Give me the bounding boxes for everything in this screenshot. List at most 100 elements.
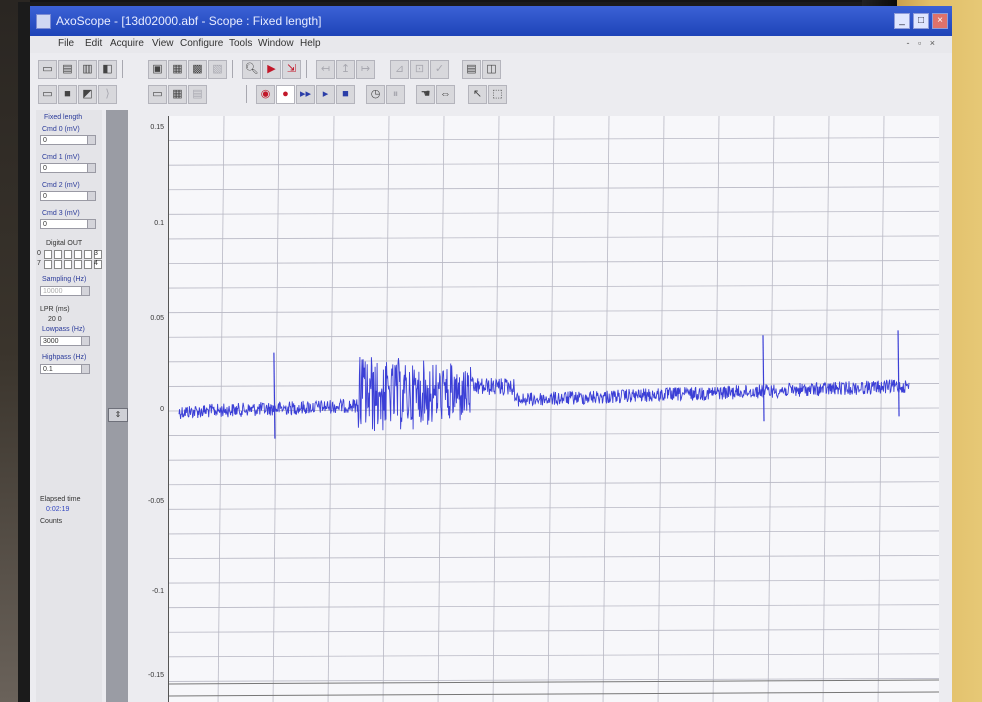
vertical-scroll-strip[interactable]: ⇕ (106, 110, 128, 702)
export-icon[interactable]: ◩ (78, 85, 97, 104)
digital-out-label: Digital OUT (46, 240, 83, 247)
digital-index: 0 (37, 250, 41, 257)
voltage-trace (178, 356, 910, 432)
select-icon[interactable]: ⬚ (488, 85, 507, 104)
cmd1-label: Cmd 1 (mV) (42, 154, 80, 161)
title-bar: AxoScope - [13d02000.abf - Scope : Fixed… (30, 6, 952, 36)
hand-icon[interactable]: ☚ (416, 85, 435, 104)
y-tick-label: 0.05 (150, 315, 164, 322)
window-title: AxoScope - [13d02000.abf - Scope : Fixed… (56, 14, 322, 28)
menu-view[interactable]: View (152, 38, 174, 49)
spin-icon[interactable] (87, 220, 95, 228)
highpass-field[interactable]: 0.1 (40, 364, 90, 374)
grid-line (169, 481, 939, 486)
digital-index: 7 (37, 260, 41, 267)
grid-icon[interactable]: ▤ (462, 60, 481, 79)
scope-plot-area[interactable] (168, 116, 939, 702)
toolbar-separator (232, 60, 233, 78)
record-icon[interactable]: ◉ (256, 85, 275, 104)
toolbar-separator (246, 85, 247, 103)
stop-icon[interactable]: ■ (336, 85, 355, 104)
close-button[interactable]: × (932, 13, 948, 29)
spin-icon[interactable] (87, 136, 95, 144)
elapsed-value: 0:02:19 (46, 506, 70, 513)
scale-icon[interactable]: ⇔ (436, 85, 455, 104)
paste-icon[interactable]: ▦ (168, 60, 187, 79)
open-icon[interactable]: ▭ (38, 85, 57, 104)
lpr-value: 20 0 (48, 316, 62, 323)
window-icon[interactable]: ▭ (148, 85, 167, 104)
cmd0-field[interactable]: 0 (40, 135, 96, 145)
menu-acquire[interactable]: Acquire (110, 38, 144, 49)
play-icon[interactable]: ▸ (316, 85, 335, 104)
menu-window[interactable]: Window (258, 38, 294, 49)
menu-help[interactable]: Help (300, 38, 321, 49)
highpass-label: Highpass (Hz) (42, 354, 87, 361)
table-icon[interactable]: ▦ (168, 85, 187, 104)
maximize-button[interactable]: □ (913, 13, 929, 29)
spin-icon[interactable] (81, 365, 89, 373)
cursor-icon[interactable]: ⟩ (98, 85, 117, 104)
grid-line (169, 333, 939, 338)
split-icon[interactable]: ◫ (482, 60, 501, 79)
pointer-icon[interactable]: ↖ (468, 85, 487, 104)
grid-line (169, 309, 939, 314)
spin-icon[interactable] (81, 337, 89, 345)
table-2-icon[interactable]: ▤ (188, 85, 207, 104)
spin-icon[interactable] (87, 164, 95, 172)
cmd1-field[interactable]: 0 (40, 163, 96, 173)
menu-edit[interactable]: Edit (85, 38, 102, 49)
marker-icon[interactable]: ▶ (262, 60, 281, 79)
layout-icon[interactable]: ▩ (188, 60, 207, 79)
print-icon[interactable]: ▥ (78, 60, 97, 79)
cmd2-label: Cmd 2 (mV) (42, 182, 80, 189)
cmd2-value: 0 (43, 193, 47, 200)
tool-b-icon[interactable]: ⊡ (410, 60, 429, 79)
clock-icon[interactable]: ◷ (366, 85, 385, 104)
highpass-value: 0.1 (43, 366, 53, 373)
document-window-controls[interactable]: - ▫ × (907, 38, 938, 48)
minimize-button[interactable]: _ (894, 13, 910, 29)
arrow-up-icon[interactable]: ↥ (336, 60, 355, 79)
grid-line (169, 284, 939, 289)
grid-line (169, 260, 939, 264)
pause-icon[interactable]: ⏸︎ (386, 85, 405, 104)
toolbar-row-2: ▭ ■ ◩ ⟩ ▭ ▦ ▤ ◉ ● ▸▸ ▸ ■ ◷ ⏸︎ ☚ ⇔ ↖ ⬚ (36, 83, 556, 105)
spike-mark (897, 330, 900, 417)
toolbar-separator (306, 60, 307, 78)
scope-trace-svg (169, 116, 939, 702)
arrow-left-icon[interactable]: ↤ (316, 60, 335, 79)
fast-play-icon[interactable]: ▸▸ (296, 85, 315, 104)
grid-line (169, 456, 939, 461)
zoom-icon[interactable]: 🔍︎ (242, 60, 261, 79)
spin-icon[interactable] (81, 287, 89, 295)
vertical-scroll-thumb[interactable]: ⇕ (108, 408, 128, 422)
save-icon[interactable]: ▤ (58, 60, 77, 79)
axis-icon[interactable]: ⇲ (282, 60, 301, 79)
elapsed-label: Elapsed time (40, 496, 81, 503)
grid-line (169, 505, 939, 510)
menu-configure[interactable]: Configure (180, 38, 223, 49)
protocol-icon[interactable]: ◧ (98, 60, 117, 79)
cmd3-field[interactable]: 0 (40, 219, 96, 229)
arrow-right-icon[interactable]: ↦ (356, 60, 375, 79)
counts-label: Counts (40, 518, 63, 525)
menu-tools[interactable]: Tools (229, 38, 252, 49)
tool-a-icon[interactable]: ⊿ (390, 60, 409, 79)
window-controls: _ □ × (894, 13, 948, 29)
grid-line (547, 116, 555, 702)
save-data-icon[interactable]: ■ (58, 85, 77, 104)
screen: AxoScope - [13d02000.abf - Scope : Fixed… (30, 6, 952, 702)
layout-2-icon[interactable]: ▧ (208, 60, 227, 79)
sampling-field[interactable]: 10000 (40, 286, 90, 296)
stop-record-icon[interactable]: ● (276, 85, 295, 104)
app-icon (36, 14, 51, 29)
spin-icon[interactable] (87, 192, 95, 200)
menu-file[interactable]: File (58, 38, 74, 49)
cmd2-field[interactable]: 0 (40, 191, 96, 201)
copy-icon[interactable]: ▣ (148, 60, 167, 79)
grid-line (169, 432, 939, 436)
lowpass-field[interactable]: 3000 (40, 336, 90, 346)
check-icon[interactable]: ✓ (430, 60, 449, 79)
open-file-icon[interactable]: ▭ (38, 60, 57, 79)
